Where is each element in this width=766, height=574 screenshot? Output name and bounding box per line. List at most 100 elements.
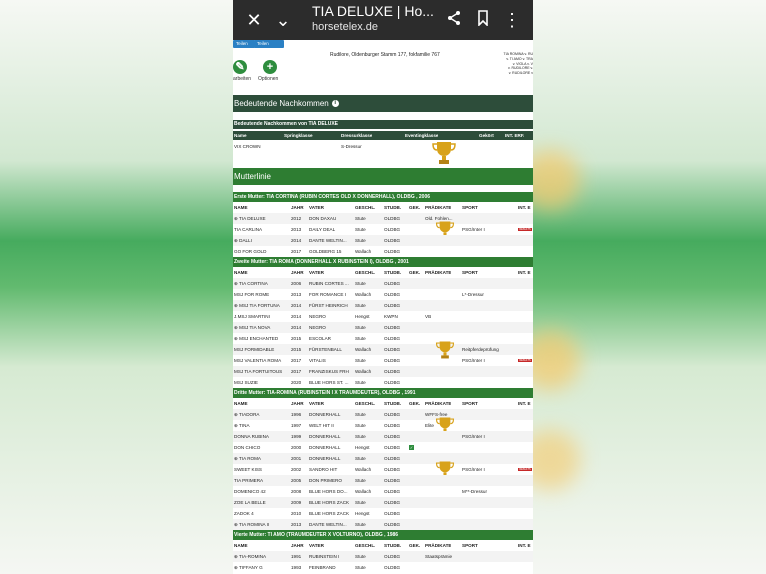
cell-studb: OLDBG bbox=[384, 380, 401, 385]
table-row[interactable]: ⊕ DALLI 2014 DANTE WELTIN... Stute OLDBG bbox=[233, 235, 533, 246]
cell-jahr: 2014 bbox=[291, 314, 302, 319]
horse-name[interactable]: J.MSJ SMARTINI bbox=[234, 311, 290, 322]
horse-name[interactable]: ⊕ TIADORA bbox=[234, 409, 290, 420]
horse-name[interactable]: TIA CARLINA bbox=[234, 224, 290, 235]
table-row[interactable]: ⊕ MSJ ENCHANTED 2015 ESCOLAR Stute OLDBG bbox=[233, 333, 533, 344]
table-row[interactable]: ZADOK 4 2010 BLUE HORS ZACK Hengst OLDBG bbox=[233, 508, 533, 519]
horse-name[interactable]: ZOE LA BELLE bbox=[234, 497, 290, 508]
cell-jahr: 2017 bbox=[291, 249, 302, 254]
results-badge[interactable]: RESULTS bbox=[518, 228, 532, 231]
col-header: VATER bbox=[309, 270, 324, 275]
share-icon[interactable] bbox=[443, 9, 465, 31]
horse-name[interactable]: ⊕ MSJ ENCHANTED bbox=[234, 333, 290, 344]
cell-studb: OLDBG bbox=[384, 565, 401, 570]
bookmark-icon[interactable] bbox=[472, 9, 494, 31]
col-header: Dressurklasse bbox=[341, 133, 373, 138]
table-row[interactable]: ⊕ TIA CORTINA 2006 RUBIN CORTES ... Stute OL… bbox=[233, 278, 533, 289]
table-row[interactable]: MSJ FOR ROME 2013 FOR ROMANCE I Wallach OLDB… bbox=[233, 289, 533, 300]
more-menu-icon[interactable]: ⋮ bbox=[501, 9, 523, 31]
table-row[interactable]: ⊕ TIA-ROMINA 1991 RUBINSTEIN I Stute OLDBG St… bbox=[233, 551, 533, 562]
col-header: VATER bbox=[309, 543, 324, 548]
table-row[interactable]: ⊕ MSJ TIA FORTUNA 2014 FÜRST HEINRICH Stute… bbox=[233, 300, 533, 311]
horse-name[interactable]: GO FOR GOLD bbox=[234, 246, 290, 257]
offspring-name[interactable]: VIX CROWN bbox=[234, 141, 261, 153]
table-row[interactable]: ⊕ TIFFANY G 1993 FEINBRAND Stute OLDBG bbox=[233, 562, 533, 573]
cell-geschl: Wallach bbox=[355, 467, 372, 472]
cell-jahr: 1991 bbox=[291, 554, 302, 559]
table-row[interactable]: ⊕ TINA 1997 WELT HIT II Stute OLDBG Elite bbox=[233, 420, 533, 431]
cell-studb: KWPN bbox=[384, 314, 398, 319]
table-row[interactable]: MSJ TIA FORTUITOUS 2017 FRANZISKUS FRH Wall… bbox=[233, 366, 533, 377]
col-header: VATER bbox=[309, 205, 324, 210]
table-row[interactable]: J.MSJ SMARTINI 2014 NEGRO Hengst KWPN VB bbox=[233, 311, 533, 322]
edit-label[interactable]: arbeiten bbox=[233, 76, 251, 82]
horse-name[interactable]: MSJ FOR ROME bbox=[234, 289, 290, 300]
horse-name[interactable]: SWEET KISS bbox=[234, 464, 290, 475]
horse-name[interactable]: ⊕ TIFFANY G bbox=[234, 562, 290, 573]
table-row[interactable]: ZOE LA BELLE 2009 BLUE HORS ZACK Stute OLDBG bbox=[233, 497, 533, 508]
horse-name[interactable]: ⊕ MSJ TIA FORTUNA bbox=[234, 300, 290, 311]
horse-name[interactable]: ZADOK 4 bbox=[234, 508, 290, 519]
chevron-down-icon[interactable]: ⌄ bbox=[272, 9, 294, 31]
share-button[interactable]: Teilen bbox=[233, 40, 255, 48]
table-row[interactable]: MSJ FORMIDABLE 2015 FÜRSTENBALL Wallach OLDB… bbox=[233, 344, 533, 355]
section-title: Bedeutende Nachkommen bbox=[234, 99, 329, 108]
table-row[interactable]: SWEET KISS 2002 SANDRO HIT Wallach OLDBG PSG/… bbox=[233, 464, 533, 475]
table-row[interactable]: GO FOR GOLD 2017 GOLDBERG 15 Wallach OLDBG bbox=[233, 246, 533, 257]
options-label[interactable]: Optionen bbox=[258, 76, 278, 82]
table-row[interactable]: MSJ SUZIE 2020 BLUE HORS ST. ... Stute OLDBG bbox=[233, 377, 533, 388]
horse-name[interactable]: DONNA RUBINA bbox=[234, 431, 290, 442]
horse-name[interactable]: ⊕ TIA-ROMINA bbox=[234, 551, 290, 562]
table-row[interactable]: DONNA RUBINA 1999 DONNERHALL Stute OLDBG PSG/… bbox=[233, 431, 533, 442]
results-badge[interactable]: RESULTS bbox=[518, 468, 532, 471]
horse-name[interactable]: MSJ VALENTIA ROMA bbox=[234, 355, 290, 366]
horse-name[interactable]: ⊕ TIA ROMINA II bbox=[234, 519, 290, 530]
horse-name[interactable]: ⊕ MSJ TIA NOVA bbox=[234, 322, 290, 333]
results-badge[interactable]: RESULTS bbox=[518, 359, 532, 362]
cell-vater: NEGRO bbox=[309, 325, 326, 330]
cell-vater: GOLDBERG 15 bbox=[309, 249, 342, 254]
horse-name[interactable]: TIA PRIMERA bbox=[234, 475, 290, 486]
horse-name[interactable]: DOMENICO 42 bbox=[234, 486, 290, 497]
col-header: VATER bbox=[309, 401, 324, 406]
offspring-row[interactable]: VIX CROWN S-Dressur bbox=[233, 141, 533, 165]
horse-name[interactable]: MSJ SUZIE bbox=[234, 377, 290, 388]
section-offspring-header: Bedeutende Nachkommen i bbox=[233, 95, 533, 112]
horse-name[interactable]: ⊕ DALLI bbox=[234, 235, 290, 246]
col-header: INT. E bbox=[518, 205, 531, 210]
plus-icon[interactable]: + bbox=[263, 60, 277, 74]
cell-geschl: Wallach bbox=[355, 292, 372, 297]
info-icon[interactable]: i bbox=[331, 100, 339, 108]
horse-name[interactable]: ⊕ TIA DELUXE bbox=[234, 213, 290, 224]
cell-pradikate: Staatsprämie bbox=[425, 554, 453, 559]
mother-section-title: Vierte Mutter: TI AMO (TRAUMDEUTER X VOL… bbox=[233, 530, 533, 540]
cell-jahr: 2015 bbox=[291, 336, 302, 341]
col-header: GESCHL. bbox=[355, 401, 376, 406]
edit-icon[interactable]: ✎ bbox=[233, 60, 247, 74]
cell-vater: FEINBRAND bbox=[309, 565, 336, 570]
horse-name[interactable]: ⊕ TINA bbox=[234, 420, 290, 431]
table-row[interactable]: ⊕ TIA ROMINA II 2013 DANTE WELTIN... Stute O… bbox=[233, 519, 533, 530]
table-row[interactable]: ⊕ MSJ TIA NOVA 2014 NEGRO Stute OLDBG bbox=[233, 322, 533, 333]
horse-name[interactable]: MSJ FORMIDABLE bbox=[234, 344, 290, 355]
table-row[interactable]: TIA CARLINA 2013 DAILY DEAL Stute OLDBG PSG/I… bbox=[233, 224, 533, 235]
horse-name[interactable]: MSJ TIA FORTUITOUS bbox=[234, 366, 290, 377]
horse-name[interactable]: DON CHICO bbox=[234, 442, 290, 453]
table-row[interactable]: DON CHICO 2000 DONNERHALL Hengst OLDBG ✓ bbox=[233, 442, 533, 453]
pedigree-right: TIA ROMINA v. RU v. TI AMO v. TRA v. VIO… bbox=[499, 52, 534, 76]
close-icon[interactable]: ✕ bbox=[243, 9, 265, 31]
cell-jahr: 2009 bbox=[291, 500, 302, 505]
col-header: GESCHL. bbox=[355, 543, 376, 548]
cell-vater: FRANZISKUS FRH bbox=[309, 369, 349, 374]
table-row[interactable]: TIA PRIMERA 2005 DON PRIMERO Stute OLDBG bbox=[233, 475, 533, 486]
horse-name[interactable]: ⊕ TIA ROMA bbox=[234, 453, 290, 464]
horse-header: Teilen Teilen ✎ arbeiten + Optionen Rudi… bbox=[233, 40, 533, 94]
trophy-icon bbox=[432, 142, 456, 164]
share-button[interactable]: Teilen bbox=[254, 40, 284, 48]
table-row[interactable]: ⊕ TIA DELUXE 2012 DON DAXAU Stute OLDBG Old. … bbox=[233, 213, 533, 224]
table-row[interactable]: ⊕ TIADORA 1996 DONNERHALL Stute OLDBG WFFS-fr… bbox=[233, 409, 533, 420]
table-row[interactable]: DOMENICO 42 2008 BLUE HORS DO... Wallach OLD… bbox=[233, 486, 533, 497]
table-row[interactable]: MSJ VALENTIA ROMA 2017 VITALIS Stute OLDBG PS… bbox=[233, 355, 533, 366]
horse-name[interactable]: ⊕ TIA CORTINA bbox=[234, 278, 290, 289]
table-row[interactable]: ⊕ TIA ROMA 2001 DONNERHALL Stute OLDBG bbox=[233, 453, 533, 464]
